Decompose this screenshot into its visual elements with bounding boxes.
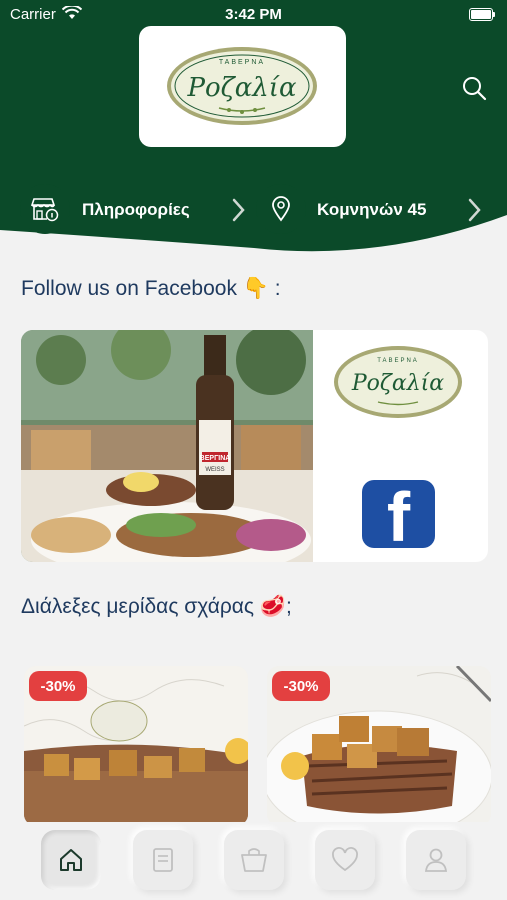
battery-icon <box>469 8 495 21</box>
chevron-right-icon <box>232 198 245 222</box>
info-label: Πληροφορίες <box>82 200 190 219</box>
tab-basket[interactable] <box>224 830 284 890</box>
address-item[interactable]: Κομνηνών 45 <box>254 182 507 238</box>
location-pin-icon <box>272 196 290 222</box>
basket-icon <box>241 848 267 872</box>
discount-badge: -30% <box>272 671 330 701</box>
location-pin-icon-wrap <box>256 184 306 234</box>
taverna-logo: ΤΑΒΕΡΝΑ Ροζαλία <box>167 47 317 125</box>
menu-document-icon <box>153 848 173 872</box>
tab-profile[interactable] <box>406 830 466 890</box>
logo-name: Ροζαλία <box>351 371 444 396</box>
status-time: 3:42 PM <box>225 6 282 23</box>
product-card[interactable]: -30% <box>267 666 491 826</box>
status-bar: Carrier 3:42 PM <box>10 4 497 24</box>
info-row: Πληροφορίες Κομνηνών 45 <box>0 182 507 238</box>
beer-sublabel: WEISS <box>205 467 224 473</box>
app-header: Carrier 3:42 PM ΤΑΒΕΡΝΑ Ροζαλία Πληροφορ… <box>0 0 507 270</box>
restaurant-food-photo: ΒΕΡΓΙΝΑ WEISS <box>21 330 313 562</box>
beer-label: ΒΕΡΓΙΝΑ <box>200 455 231 462</box>
store-info-icon <box>31 198 59 222</box>
tab-menu[interactable] <box>133 830 193 890</box>
home-icon <box>60 849 82 871</box>
logo-small-text: ΤΑΒΕΡΝΑ <box>377 358 419 364</box>
tab-home[interactable] <box>41 830 101 890</box>
search-button[interactable] <box>460 74 488 102</box>
chevron-right-icon <box>468 198 481 222</box>
logo-card: ΤΑΒΕΡΝΑ Ροζαλία <box>139 26 346 147</box>
battery-fill <box>471 10 491 19</box>
bottom-tab-bar <box>0 822 507 900</box>
logo-name: Ροζαλία <box>186 73 296 103</box>
heart-icon <box>332 847 358 872</box>
address-label: Κομνηνών 45 <box>317 200 427 219</box>
facebook-banner[interactable]: ΒΕΡΓΙΝΑ WEISS ΤΑΒΕΡΝΑ Ροζαλία f <box>21 330 488 562</box>
taverna-logo: ΤΑΒΕΡΝΑ Ροζαλία <box>334 346 462 418</box>
info-item[interactable]: Πληροφορίες <box>0 182 253 238</box>
store-info-icon-wrap <box>20 184 70 234</box>
facebook-section-title: Follow us on Facebook 👇 : <box>21 277 281 300</box>
grill-section-title: Διάλεξες μερίδας σχάρας 🥩; <box>21 595 292 618</box>
logo-small-text: ΤΑΒΕΡΝΑ <box>219 59 265 66</box>
facebook-icon: f <box>386 480 411 548</box>
tab-favorites[interactable] <box>315 830 375 890</box>
product-card[interactable]: -30% <box>24 666 248 826</box>
user-icon <box>424 848 448 872</box>
search-icon <box>463 77 487 101</box>
discount-badge: -30% <box>29 671 87 701</box>
facebook-logo: f <box>362 480 435 548</box>
